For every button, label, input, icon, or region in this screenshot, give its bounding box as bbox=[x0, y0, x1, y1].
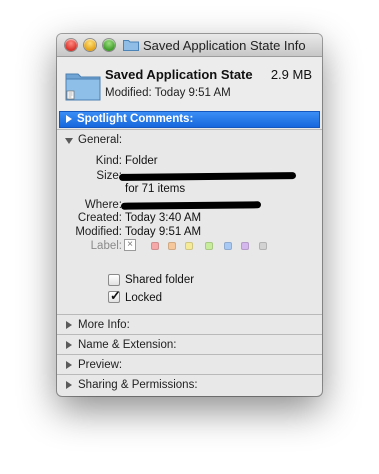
divider bbox=[57, 354, 322, 355]
modified-value: Today 9:51 AM bbox=[125, 226, 202, 238]
label-purple-swatch[interactable] bbox=[241, 242, 249, 250]
label-green-swatch[interactable] bbox=[205, 242, 213, 250]
section-preview[interactable]: Preview: bbox=[57, 356, 322, 374]
label-gray-swatch[interactable] bbox=[259, 242, 267, 250]
minimize-button[interactable] bbox=[84, 39, 96, 51]
section-label: Preview: bbox=[78, 359, 123, 371]
modified-summary: Modified: Today 9:51 AM bbox=[105, 87, 231, 99]
section-spotlight-comments[interactable]: Spotlight Comments: bbox=[59, 111, 320, 128]
disclosure-triangle-icon bbox=[66, 341, 72, 349]
section-label: More Info: bbox=[78, 319, 130, 331]
disclosure-triangle-icon bbox=[66, 321, 72, 329]
file-size: 2.9 MB bbox=[270, 67, 312, 82]
section-general[interactable]: General: bbox=[57, 131, 322, 149]
redacted-size bbox=[118, 172, 297, 181]
label-blue-swatch[interactable] bbox=[224, 242, 232, 250]
locked-checkbox[interactable]: ✓ bbox=[108, 288, 121, 303]
label-label: Label: bbox=[90, 240, 122, 252]
divider bbox=[57, 374, 322, 375]
redacted-where bbox=[120, 201, 262, 210]
file-name: Saved Application State bbox=[105, 67, 253, 82]
section-more-info[interactable]: More Info: bbox=[57, 316, 322, 334]
disclosure-triangle-open-icon bbox=[65, 138, 73, 144]
zoom-button[interactable] bbox=[103, 39, 115, 51]
label-orange-swatch[interactable] bbox=[168, 242, 176, 250]
created-label: Created: bbox=[77, 212, 122, 224]
info-header: Saved Application State 2.9 MB Modified:… bbox=[57, 57, 322, 111]
disclosure-triangle-icon bbox=[66, 115, 72, 123]
section-label: Sharing & Permissions: bbox=[78, 379, 198, 391]
label-red-swatch[interactable] bbox=[151, 242, 159, 250]
size-items: for 71 items bbox=[125, 183, 186, 195]
kind-value: Folder bbox=[125, 155, 158, 167]
disclosure-triangle-icon bbox=[66, 381, 72, 389]
divider bbox=[57, 334, 322, 335]
created-value: Today 3:40 AM bbox=[125, 212, 202, 224]
locked-label: Locked bbox=[125, 292, 163, 304]
section-sharing-permissions[interactable]: Sharing & Permissions: bbox=[57, 376, 322, 394]
title-bar[interactable]: Saved Application State Info bbox=[57, 34, 322, 57]
divider bbox=[57, 314, 322, 315]
section-label: Spotlight Comments: bbox=[77, 113, 194, 125]
window-title: Saved Application State Info bbox=[143, 38, 306, 53]
label-yellow-swatch[interactable] bbox=[185, 242, 193, 250]
folder-icon bbox=[65, 73, 101, 101]
section-label: Name & Extension: bbox=[78, 339, 177, 351]
shared-folder-checkbox[interactable] bbox=[108, 274, 120, 286]
kind-label: Kind: bbox=[95, 155, 122, 167]
close-button[interactable] bbox=[65, 39, 77, 51]
modified-label: Modified: bbox=[75, 226, 122, 238]
shared-folder-label: Shared folder bbox=[125, 274, 195, 286]
disclosure-triangle-icon bbox=[66, 361, 72, 369]
info-window: Saved Application State Info Saved Appli… bbox=[57, 34, 322, 396]
label-none-button[interactable]: × bbox=[124, 239, 136, 251]
divider bbox=[57, 129, 322, 130]
section-name-extension[interactable]: Name & Extension: bbox=[57, 336, 322, 354]
folder-icon bbox=[123, 40, 139, 51]
where-label: Where: bbox=[84, 199, 122, 211]
section-label: General: bbox=[78, 134, 123, 146]
checkmark-icon: ✓ bbox=[110, 288, 121, 303]
